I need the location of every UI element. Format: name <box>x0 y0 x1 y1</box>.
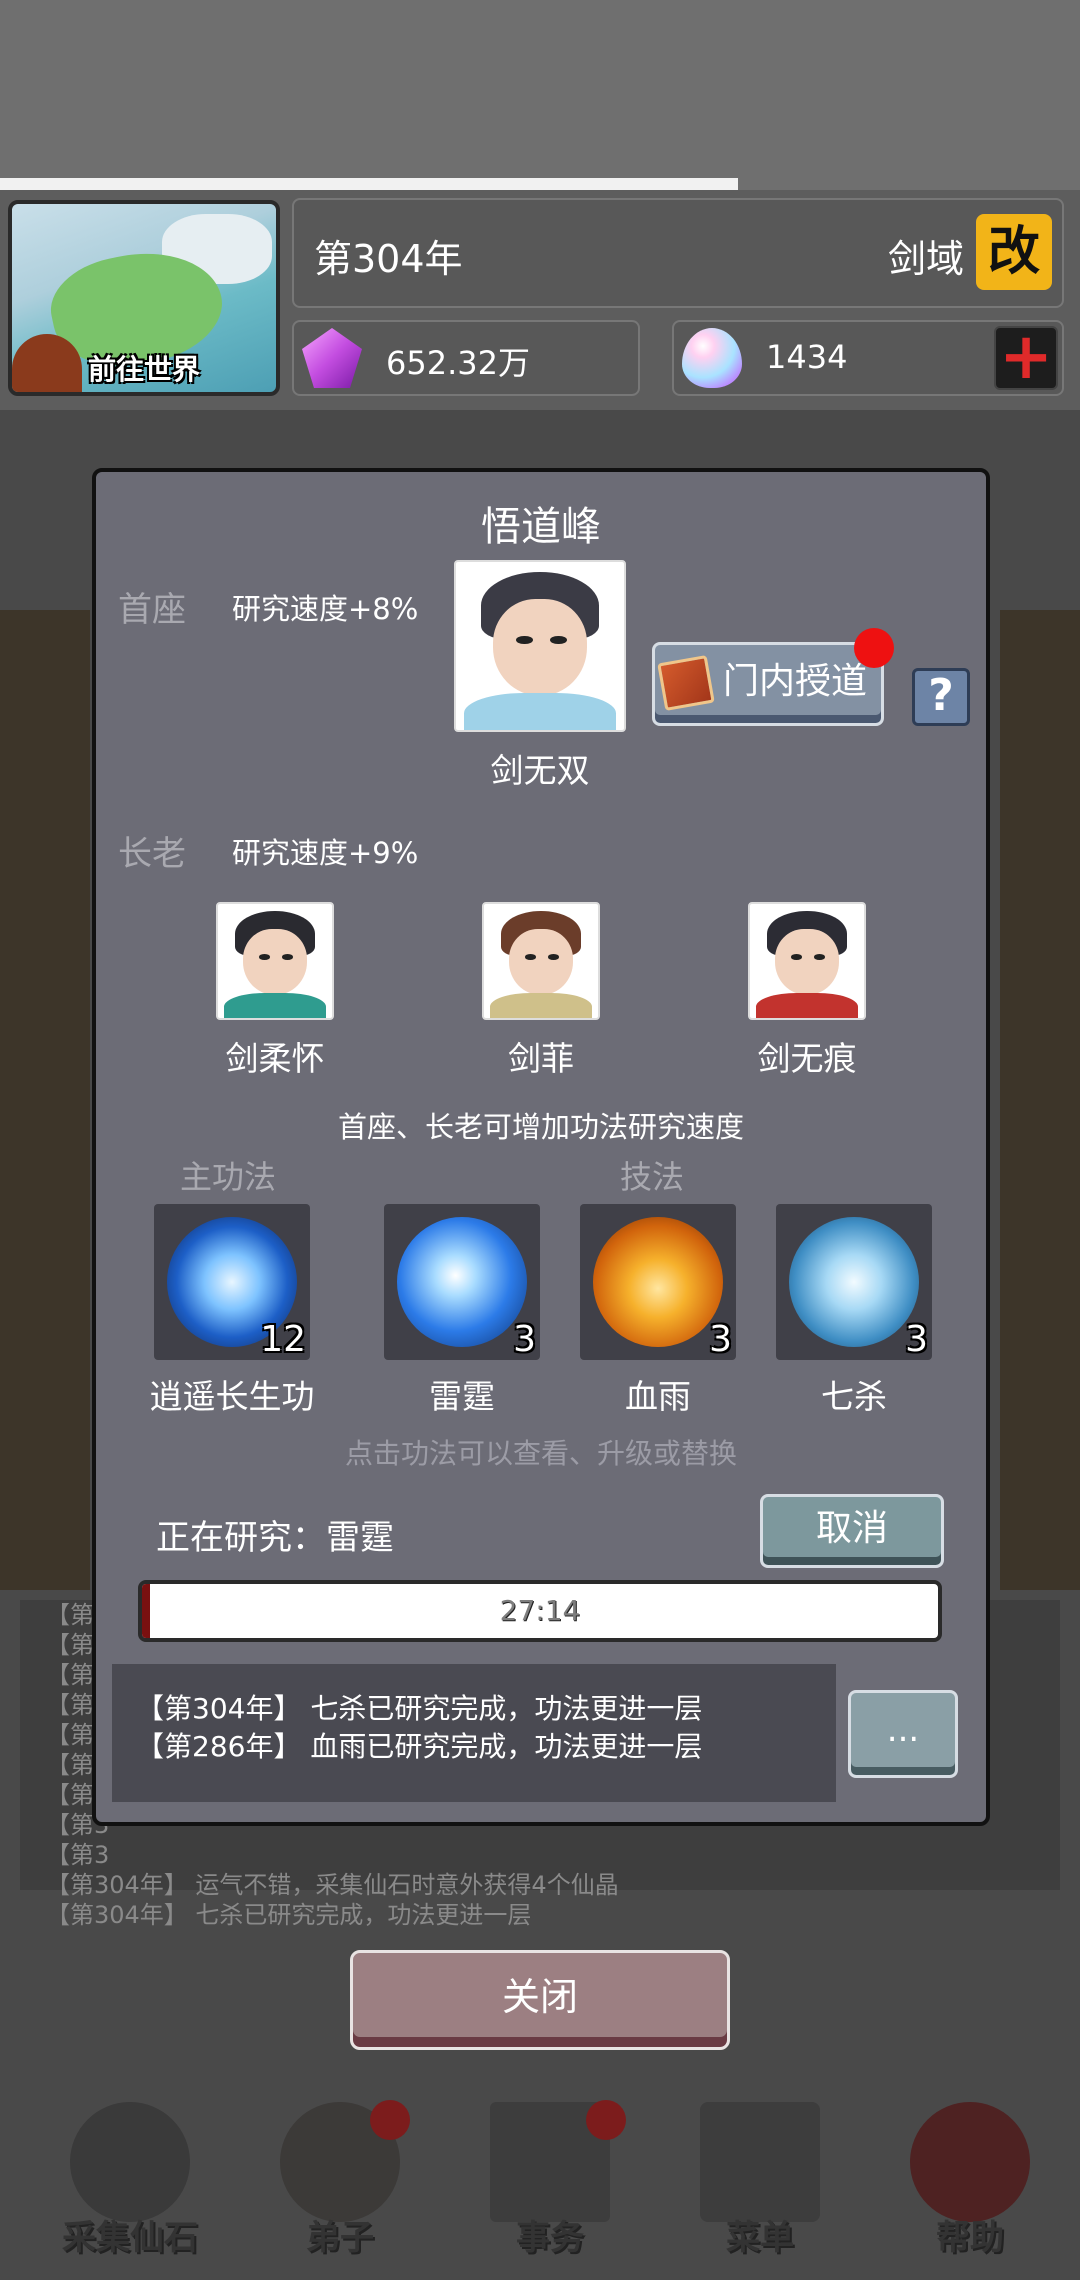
researching-label: 正在研究：雷霆 <box>156 1518 394 1558</box>
help-question-button[interactable]: ? <box>912 668 970 726</box>
year-text: 第304年 <box>314 237 463 281</box>
head-name: 剑无双 <box>490 751 590 790</box>
notification-dot <box>586 2100 626 2140</box>
notification-dot <box>370 2100 410 2140</box>
portrait-robe <box>489 992 593 1018</box>
speed-hint: 首座、长老可增加功法研究速度 <box>337 1110 744 1144</box>
skill-slot-1[interactable]: 3 <box>384 1204 540 1360</box>
nav-label: 采集仙石 <box>62 2218 198 2258</box>
skill-level: 3 <box>905 1319 928 1360</box>
nav-menu[interactable]: 菜单 <box>660 2090 860 2270</box>
portrait-face <box>775 929 839 996</box>
portrait-robe <box>755 992 859 1018</box>
nav-help[interactable]: 帮助 <box>870 2090 1070 2270</box>
spirit-stone-value: 652.32万 <box>386 344 530 382</box>
more-log-button[interactable]: ... <box>848 1690 958 1778</box>
skill-slot-3[interactable]: 3 <box>776 1204 932 1360</box>
pickaxe-icon <box>70 2102 190 2222</box>
head-speed-bonus: 研究速度+8% <box>232 592 419 626</box>
elder-speed-bonus: 研究速度+9% <box>232 836 419 870</box>
jade-value: 1434 <box>766 338 848 376</box>
nav-affairs[interactable]: 事务 <box>450 2090 650 2270</box>
background-scroll-right <box>1000 610 1080 1590</box>
spirit-stone-counter: 652.32万 <box>292 320 640 396</box>
add-jade-button[interactable]: + <box>994 325 1058 390</box>
elder-portrait[interactable] <box>216 902 334 1020</box>
portrait-robe <box>464 693 616 730</box>
elder-portrait[interactable] <box>748 902 866 1020</box>
nav-collect-stones[interactable]: 采集仙石 <box>30 2090 230 2270</box>
main-skill-label: 主功法 <box>180 1158 277 1196</box>
realm-name: 剑域 <box>887 237 964 281</box>
skill-name: 雷霆 <box>429 1377 495 1416</box>
log-line: 【第304年】 七杀已研究完成，功法更进一层 <box>136 1692 703 1725</box>
elder-role-label: 长老 <box>118 834 186 874</box>
skill-level: 12 <box>260 1319 306 1360</box>
portrait-eye <box>813 954 826 960</box>
portrait-eye <box>281 954 294 960</box>
fire-fist-orb-icon <box>593 1217 723 1347</box>
portrait-eye <box>259 954 271 960</box>
skill-level: 3 <box>513 1319 536 1360</box>
portrait-eye <box>791 954 803 960</box>
technique-label: 技法 <box>620 1158 685 1196</box>
notification-dot <box>854 628 894 668</box>
background-log-line: 【第304年】 运气不错，采集仙石时意外获得4个仙晶 <box>46 1871 619 1899</box>
close-button[interactable]: 关闭 <box>350 1950 730 2050</box>
swords-orb-icon <box>789 1217 919 1347</box>
rename-realm-button[interactable]: 改 <box>976 214 1052 290</box>
background-log-line: 【第304年】 七杀已研究完成，功法更进一层 <box>46 1901 532 1929</box>
world-map-button[interactable]: 前往世界 <box>8 200 280 396</box>
head-role-label: 首座 <box>118 590 186 630</box>
head-portrait[interactable] <box>454 560 626 732</box>
portrait-face <box>492 598 588 697</box>
jade-egg-icon <box>682 328 742 388</box>
research-log: 【第304年】 七杀已研究完成，功法更进一层 【第286年】 血雨已研究完成，功… <box>112 1664 836 1802</box>
lightning-orb-icon <box>397 1217 527 1347</box>
skill-hint: 点击功法可以查看、升级或替换 <box>344 1437 737 1470</box>
help-icon <box>910 2102 1030 2222</box>
bottom-nav: 采集仙石 弟子 事务 菜单 帮助 <box>30 2090 1050 2270</box>
teach-button-label: 门内授道 <box>723 661 868 702</box>
crystal-icon <box>302 328 362 388</box>
cancel-research-button[interactable]: 取消 <box>760 1494 944 1568</box>
nav-disciples[interactable]: 弟子 <box>240 2090 440 2270</box>
portrait-eye <box>547 954 560 960</box>
wudao-peak-dialog: 悟道峰 首座 研究速度+8% 剑无双 门内授道 ? 长老 研究速度+9% 剑柔怀… <box>92 468 990 1826</box>
nav-label: 弟子 <box>306 2218 374 2258</box>
nav-label: 事务 <box>516 2218 584 2258</box>
elder-name: 剑无痕 <box>757 1039 857 1078</box>
nav-label: 帮助 <box>936 2218 1004 2258</box>
background-log-line: 【第3 <box>46 1841 110 1869</box>
year-panel: 第304年 剑域 改 <box>292 198 1064 308</box>
background-scroll-left <box>0 610 90 1590</box>
menu-icon <box>700 2102 820 2222</box>
portrait-face <box>509 929 573 996</box>
nav-label: 菜单 <box>726 2218 794 2258</box>
research-time: 27:14 <box>499 1594 581 1627</box>
loading-bar <box>0 178 738 190</box>
log-line: 【第286年】 血雨已研究完成，功法更进一层 <box>136 1730 703 1763</box>
teach-button[interactable]: 门内授道 <box>652 642 884 726</box>
world-map-label: 前往世界 <box>87 353 200 386</box>
skill-slot-main[interactable]: 12 <box>154 1204 310 1360</box>
skill-level: 3 <box>709 1319 732 1360</box>
jade-counter: 1434 + <box>672 320 1064 396</box>
portrait-robe <box>223 992 327 1018</box>
skill-name: 血雨 <box>625 1377 691 1416</box>
research-progress-bar: 27:14 <box>138 1580 942 1642</box>
dialog-title: 悟道峰 <box>481 504 601 550</box>
elder-name: 剑柔怀 <box>225 1039 325 1078</box>
elder-portrait[interactable] <box>482 902 600 1020</box>
skill-name: 逍遥长生功 <box>149 1377 315 1416</box>
portrait-face <box>243 929 307 996</box>
skill-slot-2[interactable]: 3 <box>580 1204 736 1360</box>
portrait-eye <box>525 954 537 960</box>
status-area <box>0 0 1080 180</box>
skill-name: 七杀 <box>821 1377 887 1416</box>
elder-name: 剑菲 <box>508 1039 574 1078</box>
book-icon <box>657 655 715 711</box>
